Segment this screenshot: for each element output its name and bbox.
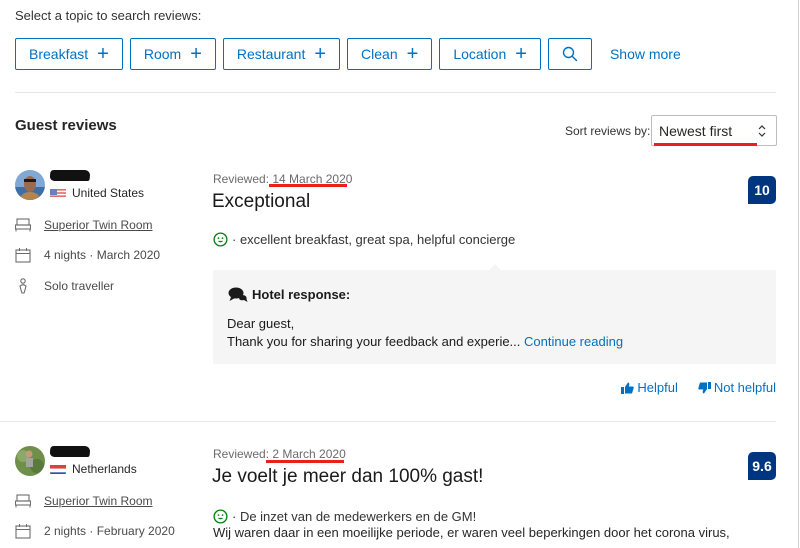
bed-icon: [15, 493, 31, 509]
flag-us-icon: [50, 187, 66, 198]
reviews-page: Select a topic to search reviews: Breakf…: [0, 0, 799, 548]
room-type-row: Superior Twin Room: [15, 493, 153, 509]
annotation-underline: [269, 184, 347, 187]
reviewer-name-redacted: [49, 170, 91, 181]
divider: [0, 421, 776, 422]
room-type-link[interactable]: Superior Twin Room: [44, 218, 153, 232]
stay-duration: 2 nights · February 2020: [44, 524, 175, 538]
reviewed-prefix: Reviewed:: [213, 447, 273, 461]
topic-chip-label: Restaurant: [236, 46, 306, 62]
not-helpful-button[interactable]: Not helpful: [698, 380, 776, 395]
flag-nl-icon: [50, 463, 66, 474]
reviewed-prefix: Reviewed:: [213, 172, 273, 186]
sort-selected-value: Newest first: [659, 122, 733, 139]
reviewer-info: Netherlands: [15, 446, 195, 478]
plus-icon: +: [97, 43, 109, 65]
divider: [15, 92, 776, 93]
hotel-response-text: Dear guest, Thank you for sharing your f…: [227, 315, 623, 351]
annotation-underline: [654, 143, 757, 146]
helpful-label: Helpful: [637, 380, 678, 395]
window-edge: [798, 0, 799, 548]
sort-select[interactable]: Newest first: [651, 115, 777, 146]
reviewer-country: United States: [72, 186, 145, 200]
positive-text: · excellent breakfast, great spa, helpfu…: [232, 232, 516, 247]
topic-chip-location[interactable]: Location +: [439, 38, 541, 70]
person-icon: [15, 278, 31, 294]
topic-chip-label: Breakfast: [29, 46, 89, 62]
hotel-response-heading: Hotel response:: [228, 286, 350, 303]
topic-chip-breakfast[interactable]: Breakfast +: [15, 38, 123, 70]
topic-chip-label: Location: [453, 46, 507, 62]
topic-chip-restaurant[interactable]: Restaurant +: [222, 38, 341, 70]
reviewer-name-redacted: [49, 446, 91, 457]
plus-icon: +: [515, 43, 527, 65]
topic-chip-clean[interactable]: Clean +: [347, 38, 433, 70]
traveller-type: Solo traveller: [44, 279, 115, 293]
topic-chip-label: Clean: [361, 46, 398, 62]
traveller-type-row: Solo traveller: [15, 278, 114, 294]
smiley-icon: [213, 232, 228, 247]
avatar[interactable]: [15, 170, 45, 200]
topic-chip-label: Room: [143, 46, 182, 62]
hotel-response: Hotel response: Dear guest, Thank you fo…: [213, 270, 776, 364]
continue-reading-link[interactable]: Continue reading: [524, 334, 623, 349]
stay-duration: 4 nights · March 2020: [44, 248, 161, 262]
response-line-2: Thank you for sharing your feedback and …: [227, 334, 521, 349]
review-title: Je voelt je meer dan 100% gast!: [212, 466, 484, 487]
review-score-badge: 9.6: [748, 452, 776, 480]
positive-text: · De inzet van de medewerkers en de GM!: [232, 509, 477, 524]
stay-row: 2 nights · February 2020: [15, 523, 175, 539]
annotation-underline: [266, 460, 344, 463]
review-score-badge: 10: [748, 176, 776, 204]
search-icon: [562, 46, 578, 62]
reviewer-info: United States: [15, 170, 195, 202]
topic-prompt: Select a topic to search reviews:: [15, 8, 202, 23]
guest-reviews-heading: Guest reviews: [15, 117, 117, 134]
topic-chip-room[interactable]: Room +: [129, 38, 216, 70]
show-more-link[interactable]: Show more: [610, 46, 681, 62]
calendar-icon: [15, 523, 31, 539]
review-positive: · excellent breakfast, great spa, helpfu…: [213, 232, 515, 247]
thumbs-up-icon: [621, 382, 635, 394]
chevron-updown-icon: [758, 125, 766, 137]
room-type-row: Superior Twin Room: [15, 217, 153, 233]
stay-row: 4 nights · March 2020: [15, 247, 160, 263]
calendar-icon: [15, 247, 31, 263]
review-votes: Helpful Not helpful: [621, 380, 776, 395]
review-date: Reviewed: 2 March 2020: [213, 447, 346, 461]
plus-icon: +: [314, 43, 327, 65]
plus-icon: +: [190, 43, 202, 65]
bed-icon: [15, 217, 31, 233]
chat-bubbles-icon: [228, 287, 248, 302]
helpful-button[interactable]: Helpful: [621, 380, 678, 395]
thumbs-down-icon: [698, 381, 711, 393]
plus-icon: +: [406, 43, 419, 65]
reviewed-date-value: 2 March 2020: [272, 447, 346, 461]
not-helpful-label: Not helpful: [713, 380, 776, 395]
reviewer-country: Netherlands: [72, 462, 137, 476]
sort-label: Sort reviews by:: [565, 124, 651, 138]
smiley-icon: [213, 509, 228, 524]
topic-chips: Breakfast + Room + Restaurant + Clean + …: [15, 38, 681, 70]
response-line-1: Dear guest,: [227, 316, 295, 331]
review-body-text: Wij waren daar in een moeilijke periode,…: [213, 525, 730, 540]
review-title: Exceptional: [212, 191, 311, 212]
hotel-response-label: Hotel response:: [252, 287, 351, 302]
avatar[interactable]: [15, 446, 45, 476]
room-type-link[interactable]: Superior Twin Room: [44, 494, 153, 508]
topic-search-button[interactable]: [547, 38, 592, 70]
review-positive: · De inzet van de medewerkers en de GM!: [213, 509, 476, 524]
